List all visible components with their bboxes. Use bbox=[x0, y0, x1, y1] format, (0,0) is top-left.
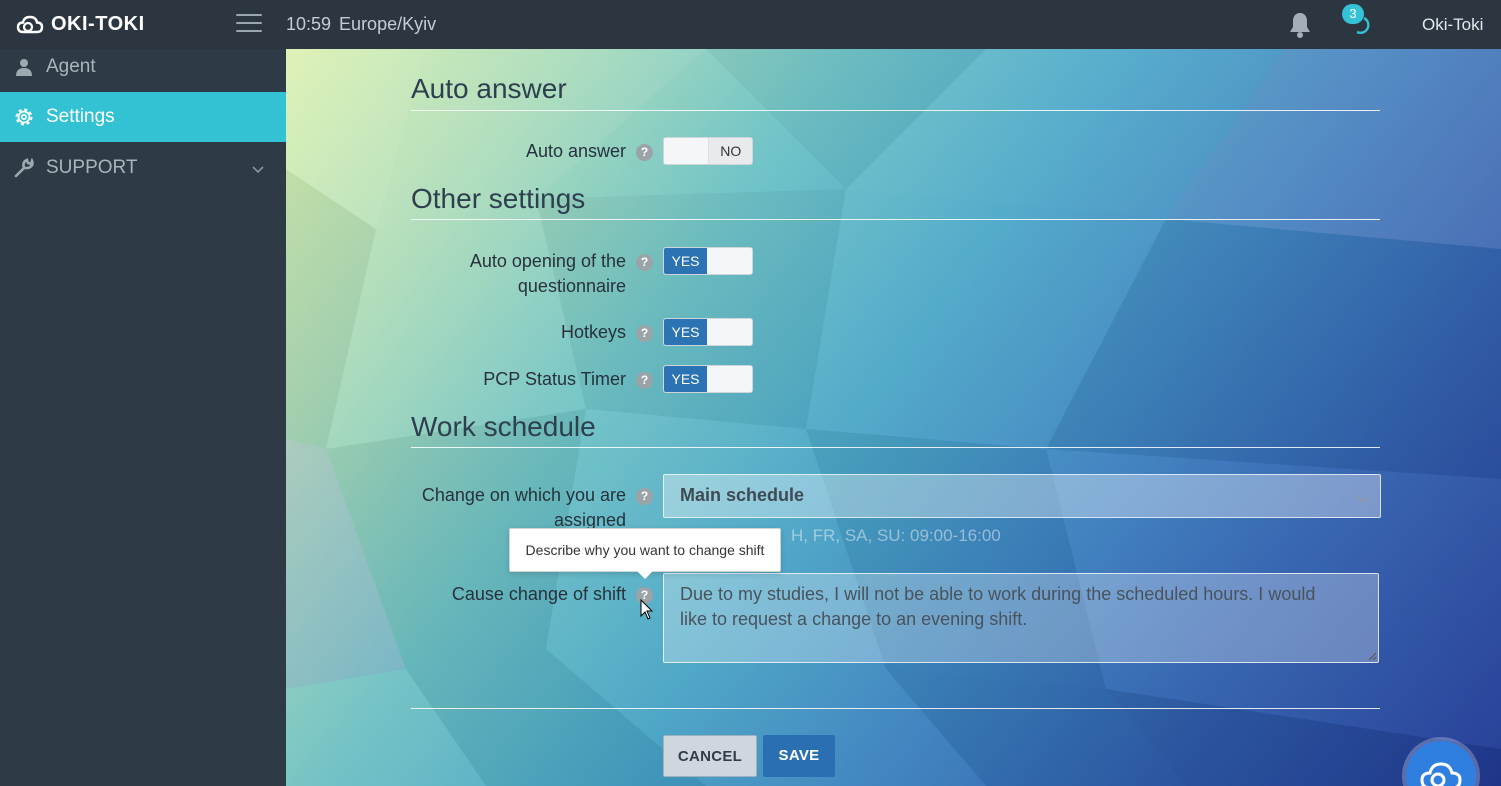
wrench-icon bbox=[13, 157, 35, 179]
section-title-work-schedule: Work schedule bbox=[411, 411, 596, 442]
auto-opening-questionnaire-toggle[interactable]: YES bbox=[663, 247, 753, 275]
chevron-down-icon bbox=[1356, 491, 1368, 509]
section-divider bbox=[411, 110, 1380, 111]
section-divider bbox=[411, 219, 1380, 220]
section-title-auto-answer: Auto answer bbox=[411, 73, 567, 104]
cause-change-label: Cause change of shift bbox=[451, 584, 626, 604]
pcp-status-timer-toggle[interactable]: YES bbox=[663, 365, 753, 393]
clock-time: 10:59 bbox=[286, 14, 332, 34]
shift-assignment-label: Change on which you are assigned bbox=[421, 485, 626, 530]
pcp-status-timer-label: PCP Status Timer bbox=[483, 369, 626, 389]
cloud-logo-icon bbox=[16, 15, 44, 34]
resize-handle-icon[interactable] bbox=[1367, 651, 1377, 661]
cloud-chat-icon bbox=[1420, 762, 1462, 786]
toggle-knob bbox=[707, 366, 752, 392]
sidebar-item-support[interactable]: SUPPORT bbox=[0, 143, 286, 193]
toggle-state: NO bbox=[709, 138, 752, 164]
cancel-button[interactable]: CANCEL bbox=[663, 735, 757, 777]
save-button[interactable]: SAVE bbox=[763, 735, 835, 777]
auto-answer-label: Auto answer bbox=[525, 141, 626, 161]
gear-icon bbox=[13, 106, 35, 128]
notifications-button[interactable]: 3 bbox=[1342, 4, 1374, 38]
cause-change-textarea[interactable]: Due to my studies, I will not be able to… bbox=[663, 573, 1379, 663]
bell-icon[interactable] bbox=[1287, 11, 1313, 39]
help-icon[interactable]: ? bbox=[636, 254, 653, 271]
auto-opening-questionnaire-label: Auto opening of the questionnaire bbox=[469, 251, 626, 296]
notification-count-badge: 3 bbox=[1342, 4, 1364, 24]
toggle-state: YES bbox=[664, 319, 707, 345]
clock-timezone: Europe/Kyiv bbox=[339, 14, 437, 34]
help-icon[interactable]: ? bbox=[636, 325, 653, 342]
help-icon[interactable]: ? bbox=[636, 372, 653, 389]
clock: 10:59 Europe/Kyiv bbox=[286, 14, 436, 35]
toggle-knob bbox=[664, 138, 710, 164]
mouse-cursor-icon bbox=[640, 599, 654, 620]
help-icon[interactable]: ? bbox=[636, 144, 653, 161]
hotkeys-toggle[interactable]: YES bbox=[663, 318, 753, 346]
tooltip-arrow bbox=[637, 571, 653, 579]
section-title-other-settings: Other settings bbox=[411, 183, 586, 214]
auto-answer-toggle[interactable]: NO bbox=[663, 137, 753, 165]
main-content: Auto answer Auto answer ? NO Other setti… bbox=[286, 49, 1501, 786]
sidebar-item-label: SUPPORT bbox=[46, 157, 138, 178]
chat-widget-button[interactable] bbox=[1406, 741, 1476, 786]
chevron-down-icon bbox=[252, 158, 264, 180]
shift-select-value: Main schedule bbox=[680, 485, 805, 505]
help-icon[interactable]: ? bbox=[636, 488, 653, 505]
logo-text: OKI-TOKI bbox=[51, 12, 145, 35]
hotkeys-label: Hotkeys bbox=[560, 322, 626, 342]
logo[interactable]: OKI-TOKI bbox=[16, 12, 145, 36]
sidebar-item-agent[interactable]: Agent bbox=[0, 42, 286, 92]
section-divider bbox=[411, 447, 1380, 448]
tooltip-text: Describe why you want to change shift bbox=[525, 542, 765, 558]
sidebar-item-settings[interactable]: Settings bbox=[0, 92, 286, 142]
top-bar: OKI-TOKI 10:59 Europe/Kyiv 3 Oki-Toki bbox=[0, 0, 1501, 49]
toggle-state: YES bbox=[664, 366, 707, 392]
cause-change-text: Due to my studies, I will not be able to… bbox=[680, 584, 1316, 629]
settings-form: Auto answer Auto answer ? NO Other setti… bbox=[286, 49, 1501, 786]
sidebar-item-label: Settings bbox=[46, 106, 115, 127]
sidebar: Agent Settings SUPPORT bbox=[0, 49, 286, 786]
toggle-knob bbox=[707, 248, 752, 274]
user-icon bbox=[13, 56, 35, 78]
toggle-knob bbox=[707, 319, 752, 345]
schedule-hint: H, FR, SA, SU: 09:00-16:00 bbox=[791, 526, 1001, 545]
user-menu[interactable]: Oki-Toki bbox=[1422, 15, 1483, 35]
sidebar-item-label: Agent bbox=[46, 56, 96, 77]
menu-toggle-icon[interactable] bbox=[236, 14, 262, 34]
shift-select[interactable]: Main schedule bbox=[663, 474, 1381, 518]
form-footer-divider bbox=[411, 708, 1380, 709]
toggle-state: YES bbox=[664, 248, 707, 274]
help-tooltip: Describe why you want to change shift bbox=[509, 528, 781, 579]
